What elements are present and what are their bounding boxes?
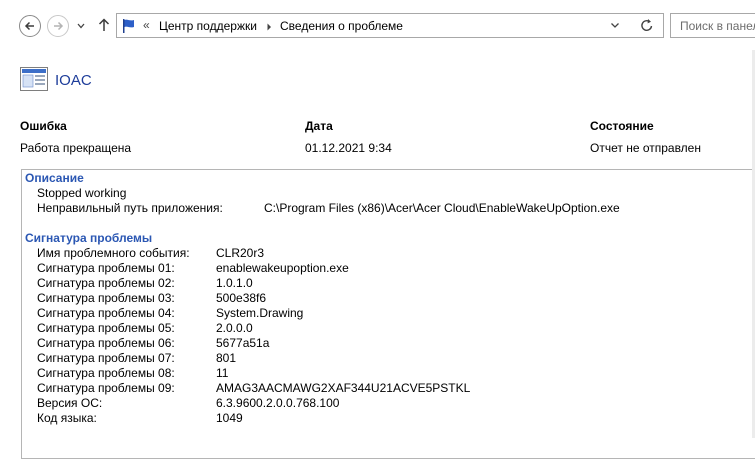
problem-details-box: Описание Stopped working Неправильный пу… xyxy=(21,169,755,459)
app-path-label: Неправильный путь приложения: xyxy=(37,201,223,215)
up-arrow-icon[interactable] xyxy=(98,18,110,32)
breadcrumb-overflow[interactable]: « xyxy=(143,18,150,32)
date-label: Дата xyxy=(305,119,333,133)
error-label: Ошибка xyxy=(20,119,67,133)
signature-row-value: 5677a51a xyxy=(216,336,270,350)
signature-row-value: CLR20r3 xyxy=(216,246,265,260)
search-input[interactable]: Поиск в панеле xyxy=(670,13,755,38)
application-icon xyxy=(20,67,48,91)
language-code-label: Код языка: xyxy=(37,411,97,425)
signature-row-label: Сигнатура проблемы 02: xyxy=(37,276,175,290)
action-center-flag-icon xyxy=(123,19,134,33)
application-name: IOAC xyxy=(55,72,92,89)
signature-row-label: Сигнатура проблемы 09: xyxy=(37,381,175,395)
signature-row-label: Сигнатура проблемы 08: xyxy=(37,366,175,380)
refresh-icon[interactable] xyxy=(640,18,654,33)
signature-row-value: System.Drawing xyxy=(216,306,304,320)
breadcrumb-separator-icon xyxy=(267,23,271,31)
navigation-bar: « Центр поддержки Сведения о проблеме По… xyxy=(0,0,755,50)
signature-row-value: AMAG3AACMAWG2XAF344U21ACVE5PSTKL xyxy=(216,381,471,395)
signature-row-value: 2.0.0.0 xyxy=(216,321,253,335)
forward-button[interactable] xyxy=(47,15,69,37)
os-version-label: Версия ОС: xyxy=(37,396,103,410)
language-code-value: 1049 xyxy=(216,411,243,425)
signature-row-label: Сигнатура проблемы 06: xyxy=(37,336,175,350)
back-button[interactable] xyxy=(19,15,41,37)
address-bar[interactable]: « Центр поддержки Сведения о проблеме xyxy=(116,13,664,38)
status-label: Состояние xyxy=(590,119,654,133)
os-version-value: 6.3.9600.2.0.0.768.100 xyxy=(216,396,340,410)
signature-row-label: Сигнатура проблемы 04: xyxy=(37,306,175,320)
forward-arrow-icon xyxy=(54,21,64,31)
signature-row-value: 1.0.1.0 xyxy=(216,276,253,290)
signature-row-label: Сигнатура проблемы 05: xyxy=(37,321,175,335)
signature-row-label: Сигнатура проблемы 07: xyxy=(37,351,175,365)
signature-row-label: Сигнатура проблемы 03: xyxy=(37,291,175,305)
signature-row-label: Имя проблемного события: xyxy=(37,246,190,260)
address-dropdown-icon[interactable] xyxy=(610,19,620,31)
breadcrumb-problem-details[interactable]: Сведения о проблеме xyxy=(280,19,403,33)
status-value: Отчет не отправлен xyxy=(590,141,701,155)
signature-row-value: 801 xyxy=(216,351,237,365)
signature-row-label: Сигнатура проблемы 01: xyxy=(37,261,175,275)
signature-row-value: 11 xyxy=(216,366,229,380)
error-value: Работа прекращена xyxy=(20,141,132,155)
app-path-value: C:\Program Files (x86)\Acer\Acer Cloud\E… xyxy=(264,201,620,215)
date-value: 01.12.2021 9:34 xyxy=(305,141,392,155)
search-placeholder: Поиск в панеле xyxy=(680,19,755,33)
back-arrow-icon xyxy=(24,21,34,31)
signature-row-value: enablewakeupoption.exe xyxy=(216,261,349,275)
signature-row-value: 500e38f6 xyxy=(216,291,267,305)
recent-pages-chevron-icon[interactable] xyxy=(77,23,85,29)
description-line: Stopped working xyxy=(37,186,127,200)
description-heading: Описание xyxy=(25,171,84,185)
signature-heading: Сигнатура проблемы xyxy=(25,231,153,245)
breadcrumb-action-center[interactable]: Центр поддержки xyxy=(159,19,257,33)
